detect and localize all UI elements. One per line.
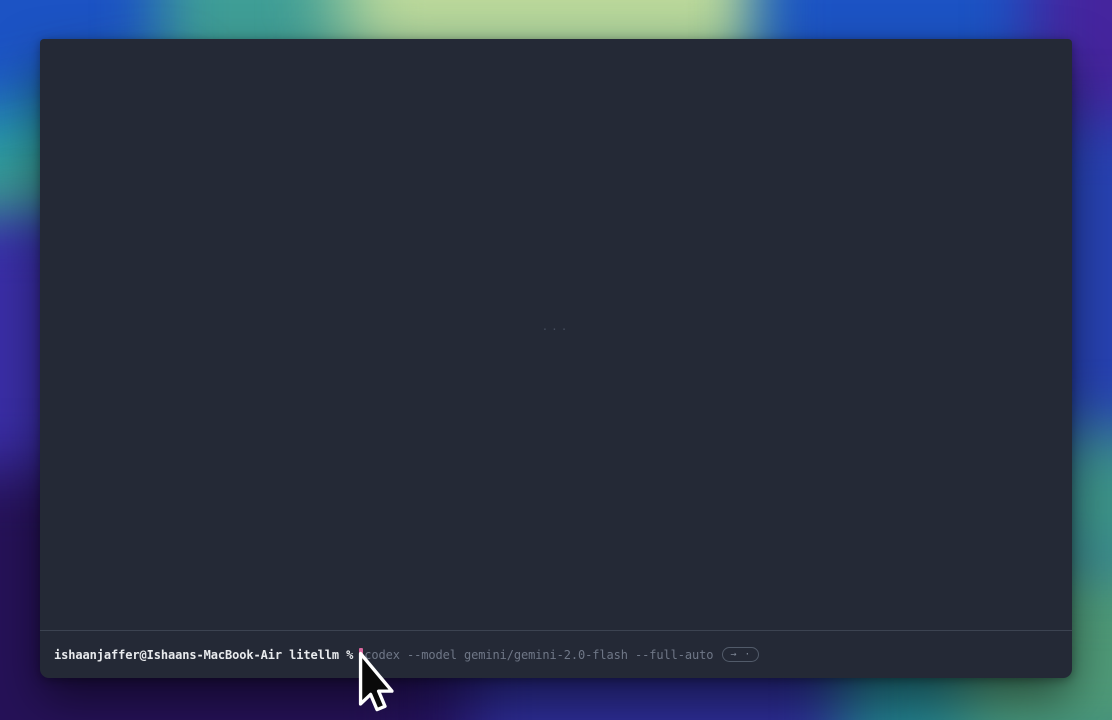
shell-prompt: ishaanjaffer@Ishaans-MacBook-Air litellm… <box>54 647 353 663</box>
accept-suggestion-hint-badge: → · <box>722 647 759 662</box>
terminal-scrollback-area[interactable]: ··· <box>40 39 1072 631</box>
scrollback-ellipsis: ··· <box>542 323 571 336</box>
terminal-prompt-row[interactable]: ishaanjaffer@Ishaans-MacBook-Air litellm… <box>40 631 1072 678</box>
text-cursor <box>359 648 363 662</box>
terminal-window[interactable]: ··· ishaanjaffer@Ishaans-MacBook-Air lit… <box>40 39 1072 678</box>
command-autosuggestion: codex --model gemini/gemini-2.0-flash --… <box>364 647 713 663</box>
